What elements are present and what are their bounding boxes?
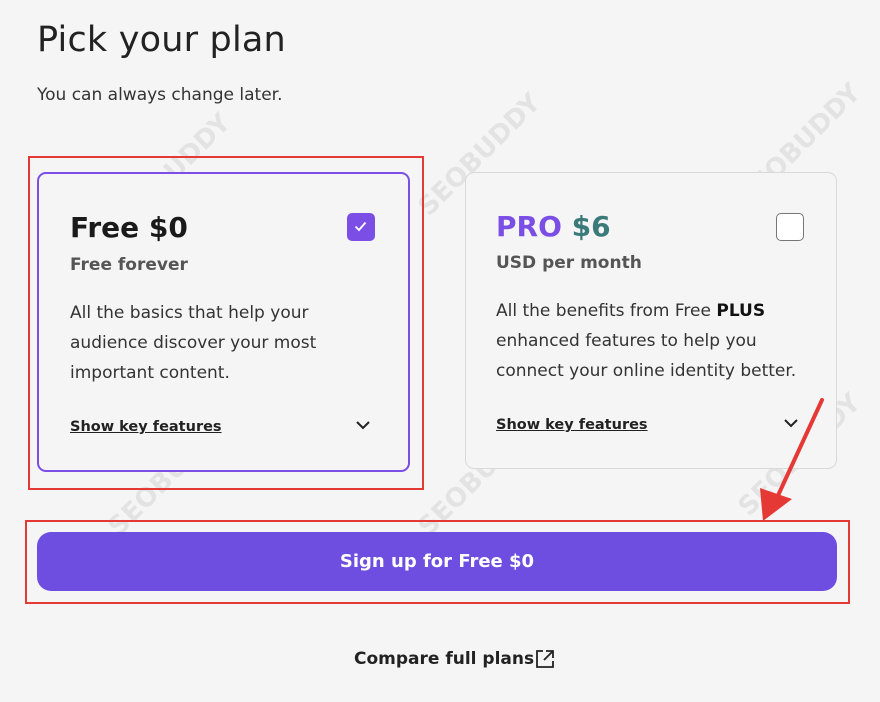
chevron-down-icon[interactable]	[355, 419, 371, 431]
page-title: Pick your plan	[37, 20, 286, 60]
plan-name: Free $0	[70, 211, 188, 244]
plan-name: PRO $6	[496, 210, 611, 243]
description-text: All the benefits from Free	[496, 301, 717, 321]
plan-subtitle: USD per month	[496, 253, 642, 273]
plan-checkbox-pro[interactable]	[776, 213, 804, 241]
plan-card-free[interactable]: Free $0 Free forever All the basics that…	[37, 172, 410, 472]
description-bold-text: PLUS	[716, 301, 766, 321]
show-key-features-link[interactable]: Show key features	[70, 419, 222, 435]
plan-price: $6	[571, 210, 611, 243]
plan-card-pro[interactable]: PRO $6 USD per month All the benefits fr…	[465, 172, 837, 469]
page-subtitle: You can always change later.	[37, 85, 283, 105]
external-link-icon[interactable]	[534, 648, 556, 670]
plan-subtitle: Free forever	[70, 255, 188, 275]
plan-description: All the basics that help your audience d…	[70, 303, 317, 383]
plan-checkbox-free[interactable]	[347, 213, 375, 241]
plan-description: All the benefits from Free PLUS enhanced…	[496, 296, 816, 386]
plan-name-prefix: PRO	[496, 210, 562, 243]
compare-plans-link[interactable]: Compare full plans	[354, 649, 534, 669]
chevron-down-icon[interactable]	[783, 417, 799, 429]
show-key-features-link[interactable]: Show key features	[496, 417, 648, 433]
description-text: enhanced features to help you connect yo…	[496, 331, 797, 381]
signup-button[interactable]: Sign up for Free $0	[37, 532, 837, 591]
check-icon	[354, 221, 367, 232]
